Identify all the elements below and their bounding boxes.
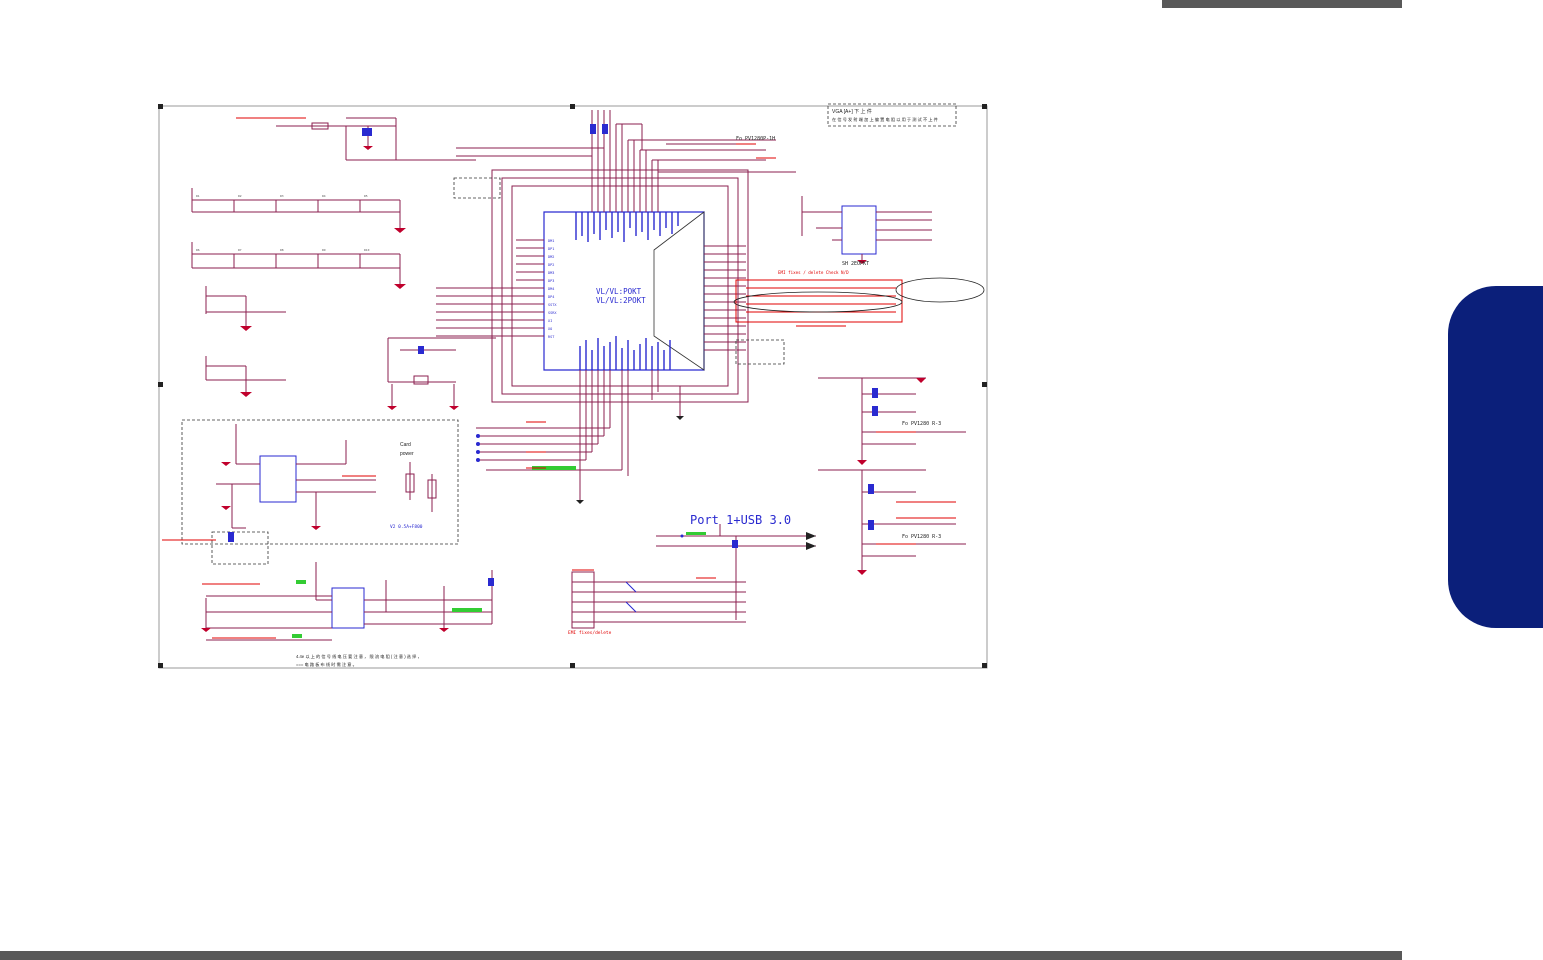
svg-text:DM2: DM2: [548, 255, 554, 259]
svg-text:XO: XO: [548, 327, 552, 331]
svg-text:R10: R10: [364, 248, 370, 252]
card-power-label-line1: Card: [400, 442, 411, 448]
svg-text:R3: R3: [280, 194, 284, 198]
header-bar: [1162, 0, 1402, 8]
ref-mid-right-2: Fo PV1280 R-3: [902, 534, 941, 540]
svg-text:SSTX: SSTX: [548, 303, 557, 307]
ref-hub-top: Fo PV1280P-1H: [736, 136, 775, 142]
usb-connector-block: [571, 571, 746, 629]
svg-text:DM3: DM3: [548, 271, 554, 275]
svg-text:DP3: DP3: [548, 279, 554, 283]
svg-text:R2: R2: [238, 194, 242, 198]
emi-annotation-group: EMI fixes / delete Check N/D: [733, 270, 985, 327]
ref-mid-right-1: Fo PV1280 R-3: [902, 421, 941, 427]
note-bottom-line1: 4.4e 以 上 的 信 号 线 电 压 要 注 意 ， 限 流 电 阻 ( 注…: [296, 653, 422, 660]
hub-chip-label-line2: VL/VL:2POKT: [596, 296, 646, 305]
footer-bar: [0, 951, 1402, 960]
svg-text:R1: R1: [196, 194, 200, 198]
svg-text:XI: XI: [548, 319, 552, 323]
svg-text:SSRX: SSRX: [548, 311, 557, 315]
connector-title: Port 1+USB 3.0: [690, 513, 791, 527]
usb-hub-ic: DM1DP1DM2 DP2DM3DP3 DM4DP4SSTX SSRXXIXO …: [436, 211, 746, 371]
aux-chip-label: SH 2EOPKT: [842, 261, 869, 267]
svg-text:R4: R4: [322, 194, 326, 198]
svg-text:DP2: DP2: [548, 263, 554, 267]
emi-annotation-header: EMI fixes / delete Check N/D: [778, 270, 849, 275]
svg-text:R7: R7: [238, 248, 242, 252]
note-bottom-line2: === 电 路 板 布 线 时 需 注 意 。: [296, 661, 357, 668]
chapter-side-tab: [1448, 286, 1543, 628]
hub-chip-label-line1: VL/VL:POKT: [596, 287, 642, 296]
svg-text:R8: R8: [280, 248, 284, 252]
note-top-right-line2: 在 信 号 发 射 端 加 上 偏 置 电 阻 以 用 于 测 试 不 上 件: [832, 116, 938, 123]
svg-text:DM1: DM1: [548, 239, 554, 243]
aux-ic: [801, 196, 932, 260]
rst-label: V2 0.5A+F800: [390, 524, 423, 530]
card-power-label-line2: power: [400, 451, 414, 457]
svg-text:R6: R6: [196, 248, 200, 252]
svg-text:DP4: DP4: [548, 295, 554, 299]
note-top-right-line1: VGA [A+] 下 上 件: [832, 108, 872, 115]
svg-text:DM4: DM4: [548, 287, 554, 291]
usb-hub-schematic: DM1 DP1 DM2 DP2 DM3 DP3 DM4 DP4 SSTX SSRX XI XO …: [156, 100, 992, 672]
svg-text:R9: R9: [322, 248, 326, 252]
svg-text:DP1: DP1: [548, 247, 554, 251]
emi-annotation-bottom: EMI fixes/delete: [568, 630, 612, 636]
svg-text:R5: R5: [364, 194, 368, 198]
svg-text:RST: RST: [548, 335, 555, 339]
